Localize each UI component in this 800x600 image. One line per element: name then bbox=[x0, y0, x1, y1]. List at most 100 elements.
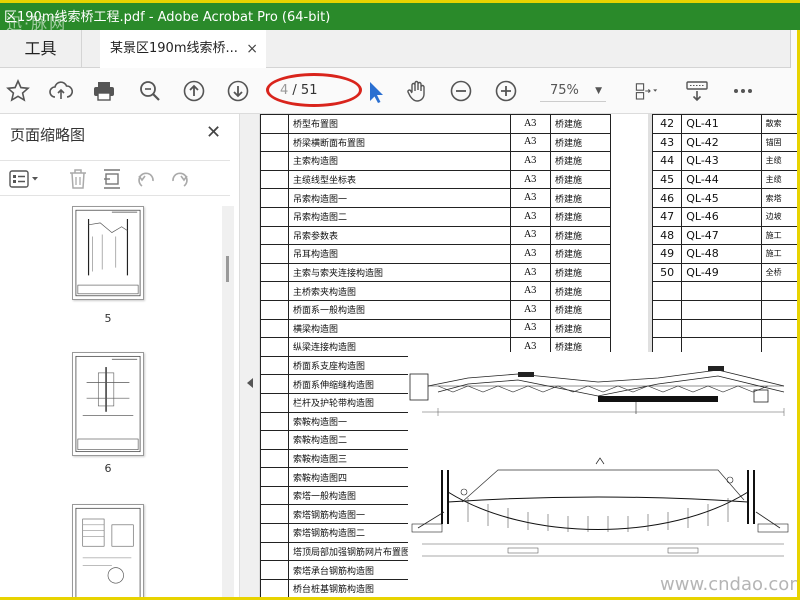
table-row: 桥梁横断面布置图 A3 桥建施 bbox=[260, 132, 611, 153]
index-cell-name: 桥梁横断面布置图 bbox=[288, 132, 511, 153]
index-cell-n: 45 bbox=[651, 169, 683, 190]
bridge-drawing-overlay bbox=[408, 352, 800, 600]
zoom-out-icon[interactable] bbox=[447, 77, 475, 105]
index-cell-blank bbox=[681, 281, 762, 301]
table-row: 46 QL-45 索塔 bbox=[651, 188, 800, 208]
index-cell-blank bbox=[260, 132, 289, 153]
index-cell-n: 47 bbox=[651, 206, 683, 227]
index-cell-x: 主缆 bbox=[760, 169, 800, 190]
table-row: 吊索构造图一 A3 桥建施 bbox=[260, 188, 611, 208]
insert-page-icon[interactable] bbox=[100, 167, 124, 191]
index-cell-blank bbox=[760, 299, 800, 320]
zoom-in-icon[interactable] bbox=[492, 77, 520, 105]
index-cell-blank bbox=[260, 578, 289, 599]
index-cell-blank bbox=[260, 337, 289, 357]
index-cell-blank bbox=[260, 541, 289, 562]
table-row: 主缆线型坐标表 A3 桥建施 bbox=[260, 169, 611, 190]
thumbnail-options-icon[interactable] bbox=[8, 167, 42, 191]
index-cell-blank bbox=[260, 262, 289, 283]
page-thumbnail-7[interactable] bbox=[72, 504, 144, 600]
collapse-arrow-icon[interactable] bbox=[247, 378, 253, 388]
close-tab-icon[interactable]: × bbox=[246, 30, 258, 68]
scrollbar-thumb[interactable] bbox=[226, 256, 229, 282]
panel-collapse-strip[interactable] bbox=[240, 114, 260, 600]
index-cell-blank bbox=[260, 169, 289, 190]
bridge-elevation-drawing bbox=[409, 366, 789, 557]
index-cell-blank bbox=[260, 299, 289, 320]
main-toolbar: 4 / 51 75% ▼ bbox=[0, 68, 800, 114]
index-cell-x: 锚固 bbox=[760, 132, 800, 153]
index-cell-blank bbox=[260, 467, 289, 487]
index-cell-name: 吊耳构造图 bbox=[288, 244, 511, 264]
page-display-icon[interactable] bbox=[628, 77, 664, 105]
index-cell-name: 吊索构造图二 bbox=[288, 206, 511, 227]
hand-tool-icon[interactable] bbox=[403, 77, 431, 105]
index-cell-blank bbox=[681, 299, 762, 320]
index-cell-n: 49 bbox=[651, 244, 683, 264]
index-cell-blank bbox=[260, 411, 289, 432]
index-cell-name: 桥面系一般构造图 bbox=[288, 299, 511, 320]
index-cell-blank bbox=[260, 448, 289, 469]
rotate-right-icon[interactable] bbox=[168, 167, 192, 191]
index-cell-blank bbox=[260, 523, 289, 543]
zoom-search-icon[interactable] bbox=[136, 77, 164, 105]
table-row: 44 QL-43 主缆 bbox=[651, 151, 800, 171]
index-cell-blank bbox=[260, 206, 289, 227]
table-row: 吊索参数表 A3 桥建施 bbox=[260, 225, 611, 246]
index-cell-x: 散索 bbox=[760, 114, 800, 134]
table-row-empty bbox=[651, 281, 800, 301]
index-cell-name: 主索与索夹连接构造图 bbox=[288, 262, 511, 283]
index-cell-blank bbox=[681, 318, 762, 339]
annotation-circle bbox=[266, 73, 362, 107]
index-cell-name: 横梁构造图 bbox=[288, 318, 511, 339]
page-thumbnail-6[interactable] bbox=[72, 352, 144, 456]
index-cell-blank bbox=[260, 355, 289, 376]
delete-page-icon[interactable] bbox=[66, 167, 90, 191]
index-cell-name: 主索构造图 bbox=[288, 151, 511, 171]
index-cell-blank bbox=[260, 392, 289, 413]
index-cell-by: 桥建施 bbox=[550, 114, 611, 134]
tab-bar: 工具 某景区190m线索桥... × bbox=[0, 30, 800, 68]
index-cell-by: 桥建施 bbox=[550, 132, 611, 153]
table-row: 47 QL-46 边坡 bbox=[651, 206, 800, 227]
keyboard-scroll-icon[interactable] bbox=[683, 77, 711, 105]
print-icon[interactable] bbox=[90, 77, 118, 105]
table-row: 48 QL-47 施工 bbox=[651, 225, 800, 246]
index-cell-code: QL-46 bbox=[681, 206, 762, 227]
site-watermark: www.cndao.com bbox=[660, 574, 800, 595]
zoom-level-select[interactable]: 75% ▼ bbox=[540, 80, 606, 102]
table-row-empty bbox=[651, 299, 800, 320]
select-cursor-icon[interactable] bbox=[362, 78, 390, 106]
more-tools-icon[interactable] bbox=[729, 77, 757, 105]
index-cell-by: 桥建施 bbox=[550, 244, 611, 264]
thumbnail-label: 5 bbox=[104, 312, 112, 325]
index-cell-code: QL-41 bbox=[681, 114, 762, 134]
tab-document-label: 某景区190m线索桥... bbox=[110, 41, 238, 56]
thumbnail-scrollbar[interactable] bbox=[222, 206, 234, 600]
bookmark-star-icon[interactable] bbox=[4, 77, 32, 105]
table-row: 吊索构造图二 A3 桥建施 bbox=[260, 206, 611, 227]
index-cell-blank bbox=[651, 318, 683, 339]
thumbnail-label: 6 bbox=[104, 462, 112, 475]
index-cell-by: 桥建施 bbox=[550, 169, 611, 190]
tab-document[interactable]: 某景区190m线索桥... × bbox=[100, 30, 266, 68]
index-cell-size: A3 bbox=[510, 281, 551, 301]
window-title-bar: 区190m线索桥工程.pdf - Adobe Acrobat Pro (64-b… bbox=[0, 0, 800, 30]
page-thumbnail-5[interactable] bbox=[72, 206, 144, 300]
index-cell-n: 44 bbox=[651, 151, 683, 171]
rotate-left-icon[interactable] bbox=[134, 167, 158, 191]
next-page-icon[interactable] bbox=[224, 77, 252, 105]
previous-page-icon[interactable] bbox=[180, 77, 208, 105]
index-cell-blank bbox=[260, 374, 289, 394]
cloud-upload-icon[interactable] bbox=[47, 77, 75, 105]
close-panel-icon[interactable]: ✕ bbox=[206, 122, 221, 143]
index-cell-code: QL-43 bbox=[681, 151, 762, 171]
tab-tools[interactable]: 工具 bbox=[0, 30, 82, 68]
index-cell-size: A3 bbox=[510, 169, 551, 190]
index-cell-x: 施工 bbox=[760, 244, 800, 264]
index-cell-size: A3 bbox=[510, 244, 551, 264]
thumbnail-drawing bbox=[75, 355, 141, 453]
index-cell-size: A3 bbox=[510, 114, 551, 134]
thumbnail-panel: 页面缩略图 ✕ 5 6 bbox=[0, 114, 240, 600]
index-cell-blank bbox=[651, 299, 683, 320]
